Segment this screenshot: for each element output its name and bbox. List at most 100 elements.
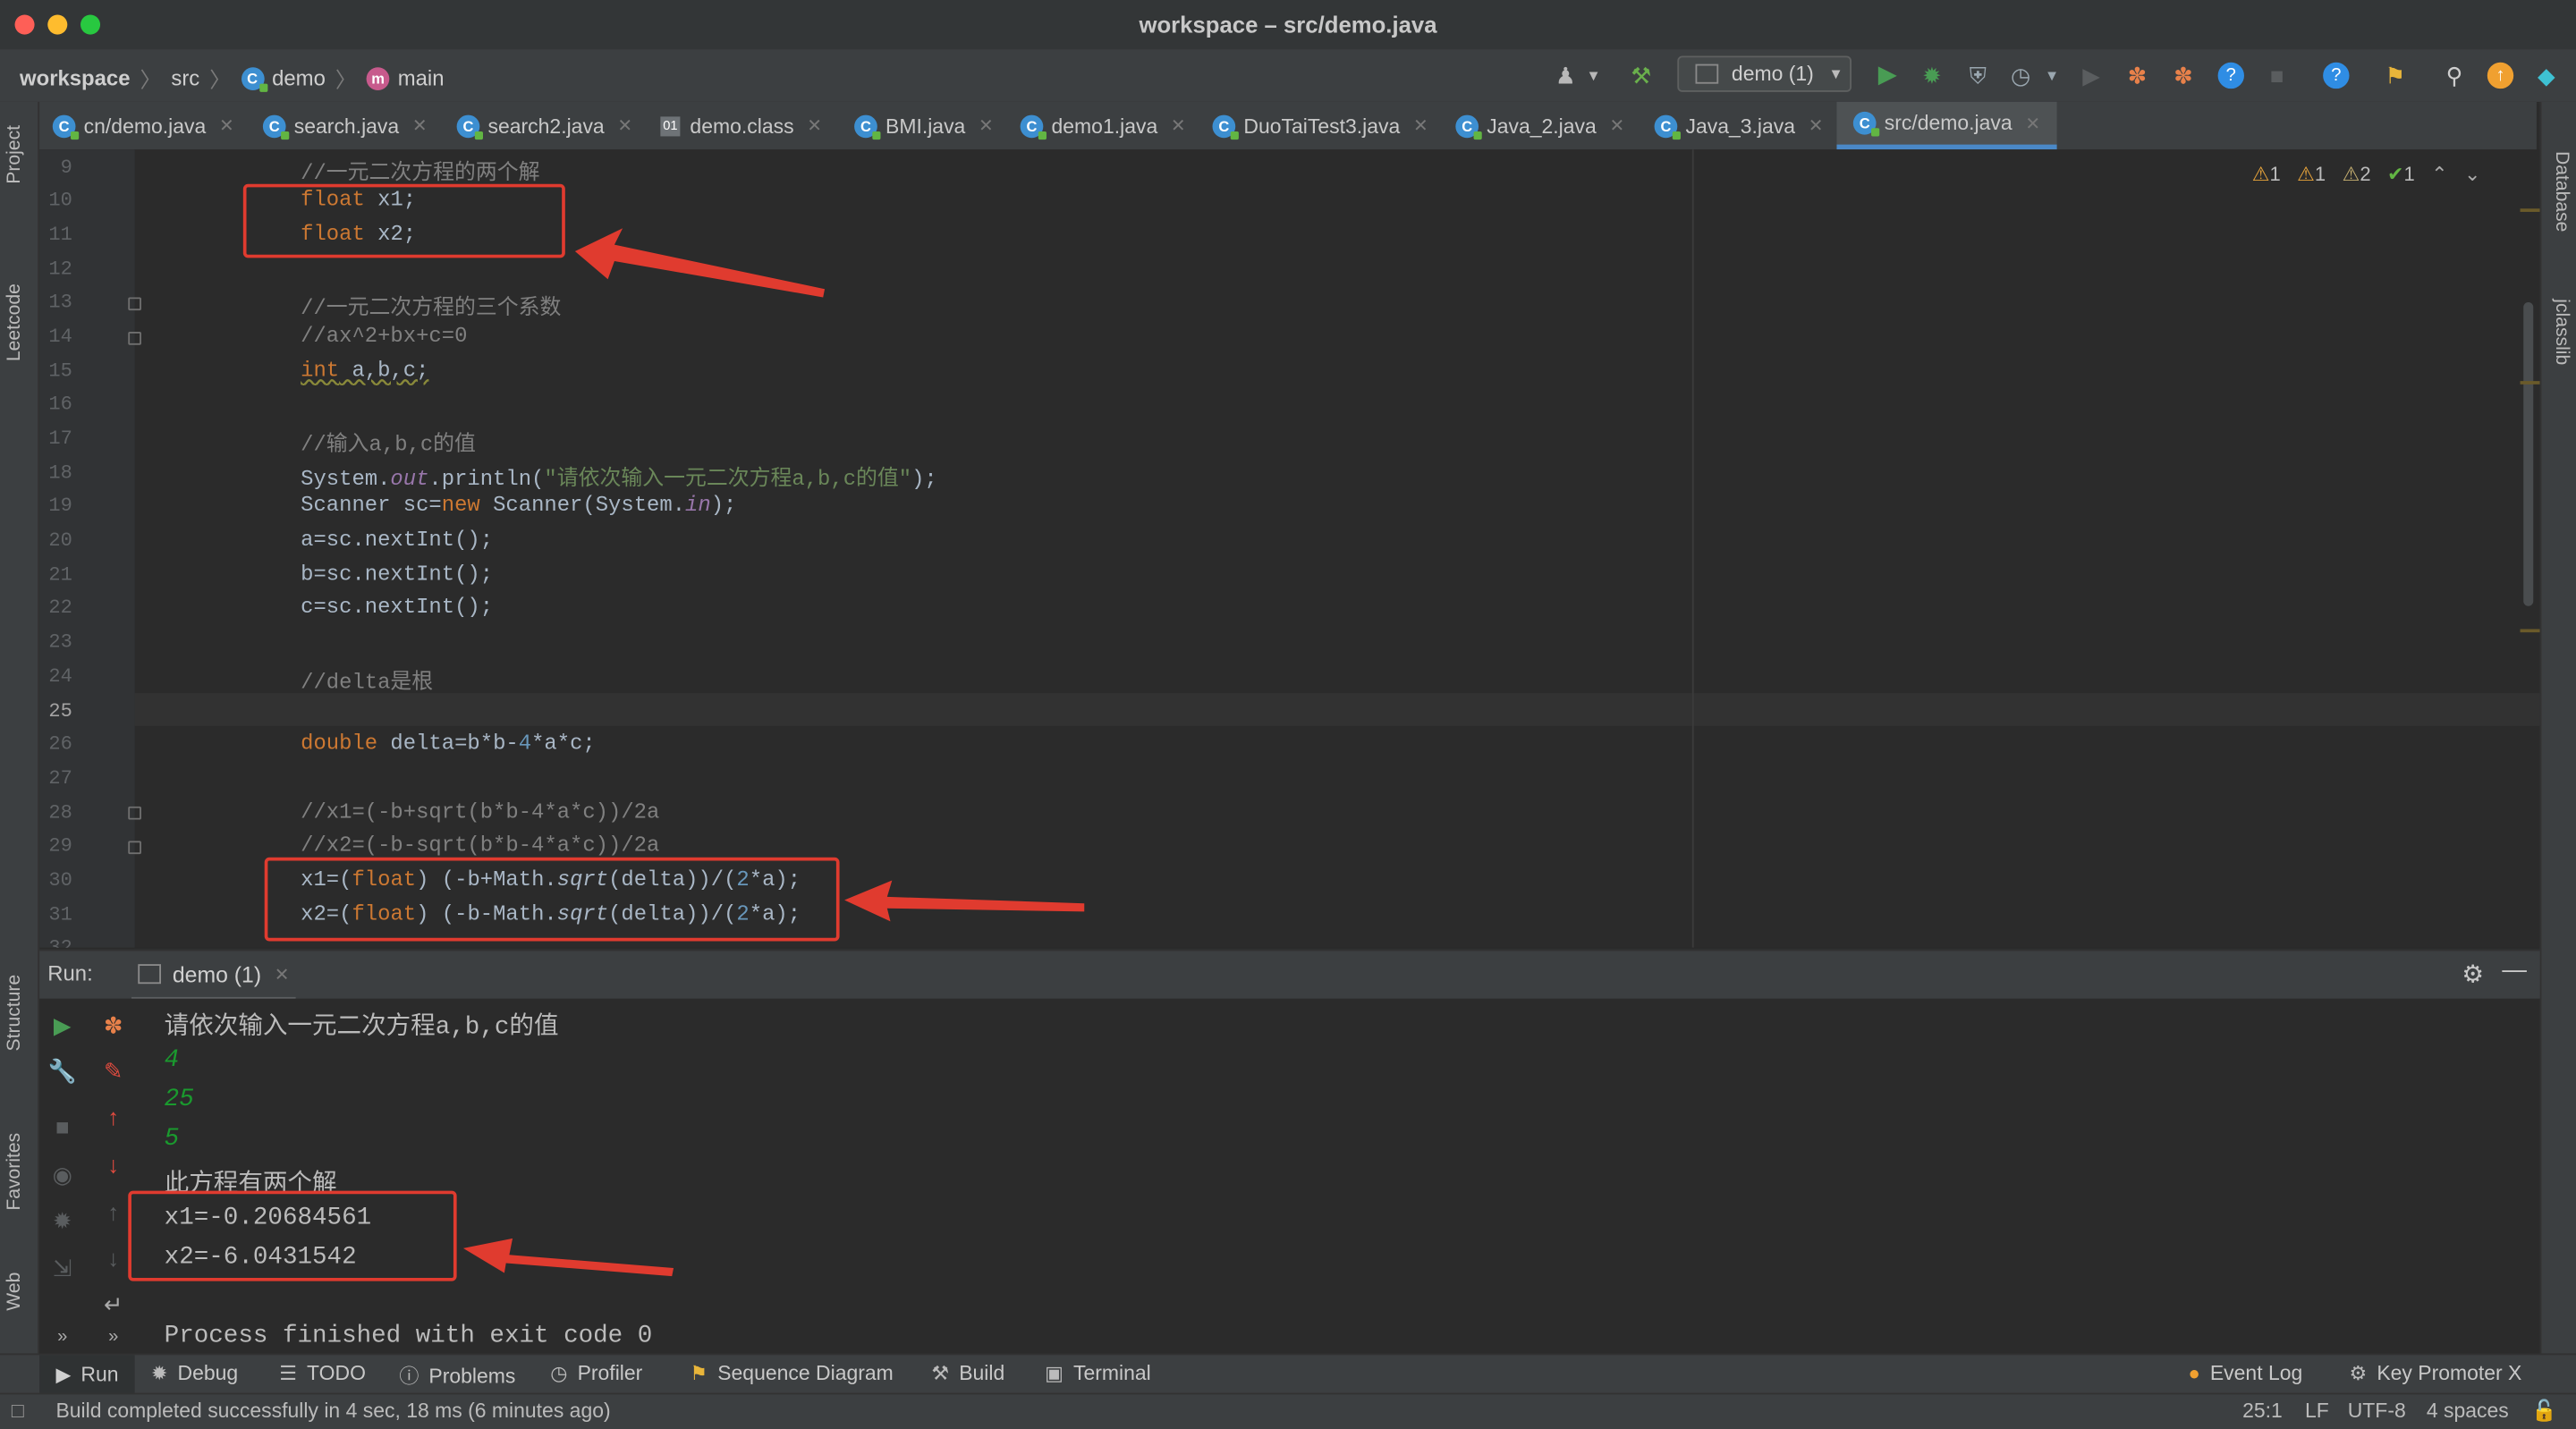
tab-demo-class[interactable]: 01 demo.class ✕	[660, 102, 822, 149]
tool-profiler[interactable]: ◷ Profiler	[550, 1362, 642, 1385]
leetcode-tool-button[interactable]: Leetcode	[5, 283, 25, 361]
error-stripe-mark[interactable]	[2520, 208, 2540, 212]
error-stripe-mark[interactable]	[2520, 381, 2540, 385]
close-icon[interactable]: ✕	[1171, 115, 1186, 136]
tab-label: demo.class	[690, 114, 794, 138]
chevron-down-icon[interactable]: ▼	[1580, 63, 1606, 89]
class-file-icon: 01	[660, 115, 681, 136]
run-tab-demo[interactable]: demo (1) ✕	[131, 951, 297, 1002]
weak-warning-count-label: 2	[2360, 162, 2371, 186]
typo-count-label: 1	[2403, 162, 2415, 186]
tab-bmi[interactable]: C BMI.java ✕	[854, 102, 994, 149]
tab-java3[interactable]: C Java_3.java ✕	[1654, 102, 1824, 149]
status-message[interactable]: Build completed successfully in 4 sec, 1…	[55, 1399, 610, 1423]
tool-event-log[interactable]: ● Event Log	[2189, 1362, 2303, 1385]
close-icon[interactable]: ✕	[1809, 115, 1824, 136]
help-icon[interactable]: ?	[2217, 62, 2244, 89]
tab-duotaitest3[interactable]: C DuoTaiTest3.java ✕	[1212, 102, 1428, 149]
profiler-icon[interactable]: ◷	[2007, 63, 2033, 89]
close-icon[interactable]: ✕	[617, 115, 632, 136]
database-tool-button[interactable]: Database	[2551, 151, 2571, 232]
breadcrumb: workspace 〉 src 〉 Cdemo 〉 m main	[20, 63, 451, 94]
warning-count[interactable]: ⚠1	[2252, 163, 2281, 186]
previous-highlight-icon[interactable]: ⌃	[2431, 163, 2447, 186]
structure-tool-button[interactable]: Structure	[5, 975, 25, 1052]
file-encoding[interactable]: UTF-8	[2348, 1399, 2406, 1423]
breadcrumb-workspace[interactable]: workspace	[20, 65, 130, 90]
tool-label: TODO	[307, 1361, 366, 1385]
build-hammer-icon: ⚒	[931, 1361, 950, 1385]
project-tool-button[interactable]: Project	[5, 125, 25, 184]
tool-build[interactable]: ⚒ Build	[931, 1362, 1004, 1385]
plugin-bug-icon[interactable]: ✽	[2124, 63, 2150, 89]
line-separator[interactable]: LF	[2305, 1399, 2329, 1423]
close-icon[interactable]: ✕	[807, 115, 822, 136]
user-icon[interactable]: ♟	[1553, 63, 1579, 89]
code-editor[interactable]: 9 10 11 12 13 14 15 16 17 18 19 20 21 22…	[39, 149, 2540, 948]
breadcrumb-method[interactable]: m main	[366, 65, 444, 90]
tool-problems[interactable]: ⓘ Problems	[399, 1362, 515, 1390]
build-hammer-icon[interactable]: ⚒	[1628, 63, 1654, 89]
right-tool-strip: Database jclasslib	[2539, 101, 2576, 1354]
close-icon[interactable]: ✕	[219, 115, 234, 136]
tab-src-demo[interactable]: Csrc/demo.java ✕	[1836, 101, 2057, 150]
tab-cn-demo[interactable]: Ccn/demo.java ✕	[52, 102, 234, 149]
tab-label: demo1.java	[1051, 114, 1158, 138]
close-icon[interactable]: ✕	[2025, 113, 2040, 134]
minimize-icon[interactable]: —	[2502, 956, 2527, 984]
breadcrumb-src[interactable]: src	[171, 65, 199, 90]
tool-run[interactable]: ▶ Run	[39, 1355, 135, 1395]
warning-count[interactable]: ⚠1	[2297, 163, 2326, 186]
close-icon[interactable]: ✕	[979, 115, 994, 136]
lock-icon[interactable]: 🔓	[2531, 1399, 2557, 1425]
indent-setting[interactable]: 4 spaces	[2427, 1399, 2509, 1423]
run-icon[interactable]: ▶	[1875, 62, 1901, 89]
stop-icon[interactable]: ■	[2264, 63, 2290, 89]
run-disabled-icon[interactable]: ▶	[2078, 63, 2104, 89]
leetcode-help-icon[interactable]: ?	[2323, 62, 2350, 89]
editor-scrollbar[interactable]	[2523, 301, 2534, 606]
event-log-icon: ●	[2188, 1361, 2200, 1385]
tool-debug[interactable]: ✹ Debug	[151, 1362, 238, 1385]
chevron-down-icon[interactable]: ▼	[2038, 63, 2064, 89]
tab-label: search2.java	[487, 114, 605, 138]
tool-key-promoter[interactable]: ⚙ Key Promoter X	[2350, 1362, 2522, 1385]
method-icon: m	[366, 66, 390, 90]
run-configuration-select[interactable]: demo (1) ▼	[1677, 55, 1852, 92]
tab-search2[interactable]: Csearch2.java ✕	[456, 102, 632, 149]
tab-search[interactable]: Csearch.java ✕	[262, 102, 428, 149]
tool-todo[interactable]: ☰ TODO	[279, 1362, 366, 1385]
debug-bug-icon[interactable]: ✹	[1919, 63, 1945, 89]
coverage-shield-icon[interactable]: ⛨	[1965, 63, 1991, 89]
tab-java2[interactable]: C Java_2.java ✕	[1455, 102, 1624, 149]
sequence-diagram-icon: ⚑	[690, 1361, 708, 1385]
update-icon[interactable]: ↑	[2487, 62, 2514, 89]
web-tool-button[interactable]: Web	[5, 1273, 25, 1311]
tab-demo1[interactable]: Cdemo1.java ✕	[1020, 102, 1186, 149]
favorites-tool-button[interactable]: Favorites	[5, 1133, 25, 1211]
close-icon[interactable]: ✕	[1609, 115, 1624, 136]
check-icon: ✔	[2387, 162, 2404, 186]
java-class-icon: C	[1020, 114, 1047, 140]
weak-warning-count[interactable]: ⚠2	[2343, 163, 2371, 186]
search-icon[interactable]: ⚲	[2441, 63, 2467, 89]
breadcrumb-class[interactable]: Cdemo	[241, 65, 326, 91]
tool-terminal[interactable]: ▣ Terminal	[1045, 1362, 1151, 1385]
close-icon[interactable]: ✕	[412, 115, 428, 136]
caret-position[interactable]: 25:1	[2242, 1399, 2283, 1423]
next-highlight-icon[interactable]: ⌄	[2464, 163, 2480, 186]
gear-icon[interactable]: ⚙	[2462, 960, 2484, 988]
jclasslib-tool-button[interactable]: jclasslib	[2551, 299, 2571, 365]
tool-window-bar: ▶ Run ✹ Debug ☰ TODO ⓘ Problems ◷ Profiler ⚑ S…	[0, 1353, 2576, 1395]
typo-count[interactable]: ✔1	[2387, 163, 2415, 186]
toolbox-icon[interactable]: ◆	[2533, 63, 2559, 89]
close-icon[interactable]: ✕	[1413, 115, 1428, 136]
plugin-bug-2-icon[interactable]: ✽	[2170, 63, 2196, 89]
error-stripe-mark[interactable]	[2520, 629, 2540, 633]
tool-sequence-diagram[interactable]: ⚑ Sequence Diagram	[690, 1362, 893, 1385]
plugin-marker-icon[interactable]: ⚑	[2382, 63, 2408, 89]
toggle-tool-windows-icon[interactable]: □	[12, 1399, 24, 1423]
inspection-widget[interactable]: ⚠1 ⚠1 ⚠2 ✔1 ⌃ ⌄	[2252, 163, 2481, 186]
run-console[interactable]: ▶ 🔧 ■ ◉ ✹ ⇲ » ✽ ✎ ↑ ↓ ↑ ↓ ↵ » 请依次输入一元二次方…	[39, 998, 2540, 1354]
close-icon[interactable]: ✕	[275, 963, 290, 985]
